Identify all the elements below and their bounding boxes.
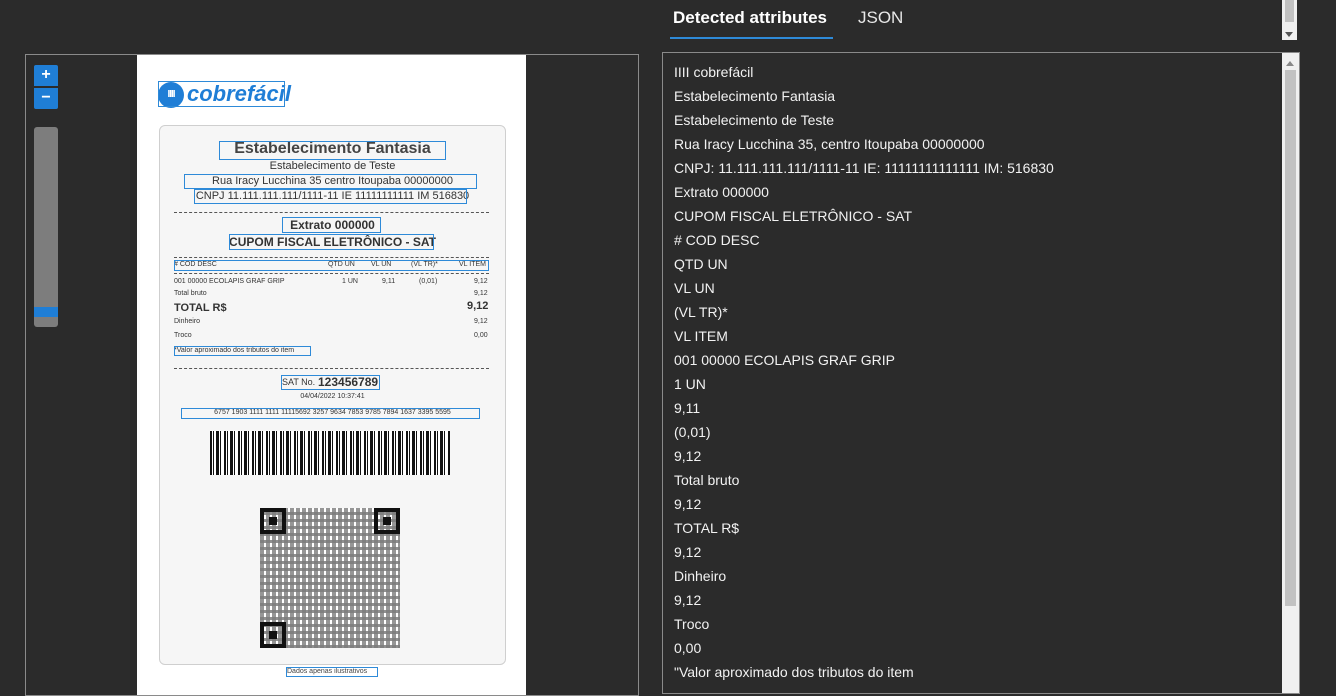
attribute-list: IIII cobrefácil Estabelecimento Fantasia… [663, 53, 1281, 684]
zoom-in-button[interactable]: + [34, 65, 58, 86]
receipt: Estabelecimento Fantasia Estabelecimento… [159, 125, 506, 665]
attribute-item[interactable]: Extrato 000000 [674, 180, 1281, 204]
attribute-item[interactable]: CNPJ: 11.111.111.111/1111-11 IE: 1111111… [674, 156, 1281, 180]
attribute-item[interactable]: IIII cobrefácil [674, 60, 1281, 84]
zoom-out-button[interactable]: − [34, 88, 58, 109]
detection-box [184, 174, 477, 189]
receipt-subtitle: Estabelecimento de Teste [269, 160, 396, 172]
troco-label: Troco [174, 332, 192, 339]
attributes-scrollbar-thumb[interactable] [1285, 70, 1296, 606]
qr-finder [374, 508, 400, 534]
attribute-item[interactable]: # COD DESC [674, 228, 1281, 252]
active-tab-indicator [670, 37, 833, 39]
attribute-item[interactable]: 9,12 [674, 540, 1281, 564]
attribute-item[interactable]: Estabelecimento de Teste [674, 108, 1281, 132]
attributes-panel: IIII cobrefácil Estabelecimento Fantasia… [662, 52, 1300, 694]
attribute-item[interactable]: 1 UN [674, 372, 1281, 396]
troco-value: 0,00 [474, 332, 488, 339]
attribute-item[interactable]: Dinheiro [674, 564, 1281, 588]
attribute-item[interactable]: VL ITEM [674, 324, 1281, 348]
dinheiro-label: Dinheiro [174, 318, 201, 325]
attribute-item[interactable]: Rua Iracy Lucchina 35, centro Itoupaba 0… [674, 132, 1281, 156]
dinheiro-value: 9,12 [474, 318, 488, 325]
attribute-item[interactable]: CUPOM FISCAL ELETRÔNICO - SAT [674, 204, 1281, 228]
top-scrollbar-thumb[interactable] [1285, 0, 1294, 22]
item-line: 001 00000 ECOLAPIS GRAF GRIP [174, 278, 285, 285]
detection-box [219, 141, 446, 160]
attribute-item[interactable]: Troco [674, 612, 1281, 636]
total-value: 9,12 [467, 300, 489, 312]
total-bruto-value: 9,12 [474, 290, 488, 297]
detection-box [174, 260, 489, 271]
attribute-item[interactable]: 9,12 [674, 444, 1281, 468]
attribute-item[interactable]: 001 00000 ECOLAPIS GRAF GRIP [674, 348, 1281, 372]
detection-box [158, 81, 285, 107]
detection-box [174, 346, 311, 356]
divider [174, 257, 489, 258]
attribute-item[interactable]: QTD UN [674, 252, 1281, 276]
divider [174, 368, 489, 369]
total-bruto-label: Total bruto [174, 290, 207, 297]
qr-finder [260, 508, 286, 534]
attribute-item[interactable]: Total bruto [674, 468, 1281, 492]
barcode [210, 431, 450, 475]
item-total: 9,12 [474, 278, 488, 285]
detection-box [181, 408, 480, 419]
detection-box [229, 234, 434, 250]
document-viewer: + − IIII cobrefácil Estabelecimento Fant… [25, 54, 639, 696]
divider [174, 273, 489, 274]
attribute-item[interactable]: (VL TR)* [674, 300, 1281, 324]
detection-box [282, 217, 381, 233]
divider [174, 212, 489, 213]
detection-box [281, 375, 380, 390]
sat-datetime: 04/04/2022 10:37:41 [300, 393, 365, 400]
attribute-item[interactable]: "Valor aproximado dos tributos do item [674, 660, 1281, 684]
chevron-down-icon[interactable] [1285, 32, 1293, 37]
document-page: IIII cobrefácil Estabelecimento Fantasia… [137, 55, 526, 695]
item-vltr: (0,01) [419, 278, 438, 285]
attribute-item[interactable]: 9,12 [674, 492, 1281, 516]
tab-json[interactable]: JSON [858, 8, 903, 28]
zoom-slider[interactable] [34, 127, 58, 327]
attributes-scrollbar[interactable] [1282, 53, 1299, 693]
top-scrollbar[interactable] [1282, 0, 1297, 40]
total-label: TOTAL R$ [174, 302, 227, 314]
attribute-item[interactable]: 9,12 [674, 588, 1281, 612]
attribute-item[interactable]: Estabelecimento Fantasia [674, 84, 1281, 108]
attribute-item[interactable]: VL UN [674, 276, 1281, 300]
zoom-slider-handle[interactable] [34, 307, 58, 317]
qr-code [260, 508, 400, 648]
item-qty: 1 UN [342, 278, 358, 285]
detection-box [286, 667, 378, 677]
tab-detected-attributes[interactable]: Detected attributes [673, 8, 827, 28]
qr-finder [260, 622, 286, 648]
attribute-item[interactable]: TOTAL R$ [674, 516, 1281, 540]
attribute-item[interactable]: 9,11 [674, 396, 1281, 420]
attribute-item[interactable]: 0,00 [674, 636, 1281, 660]
chevron-up-icon[interactable] [1286, 61, 1294, 66]
item-vlun: 9,11 [382, 278, 396, 285]
detection-box [194, 189, 467, 204]
attribute-item[interactable]: (0,01) [674, 420, 1281, 444]
